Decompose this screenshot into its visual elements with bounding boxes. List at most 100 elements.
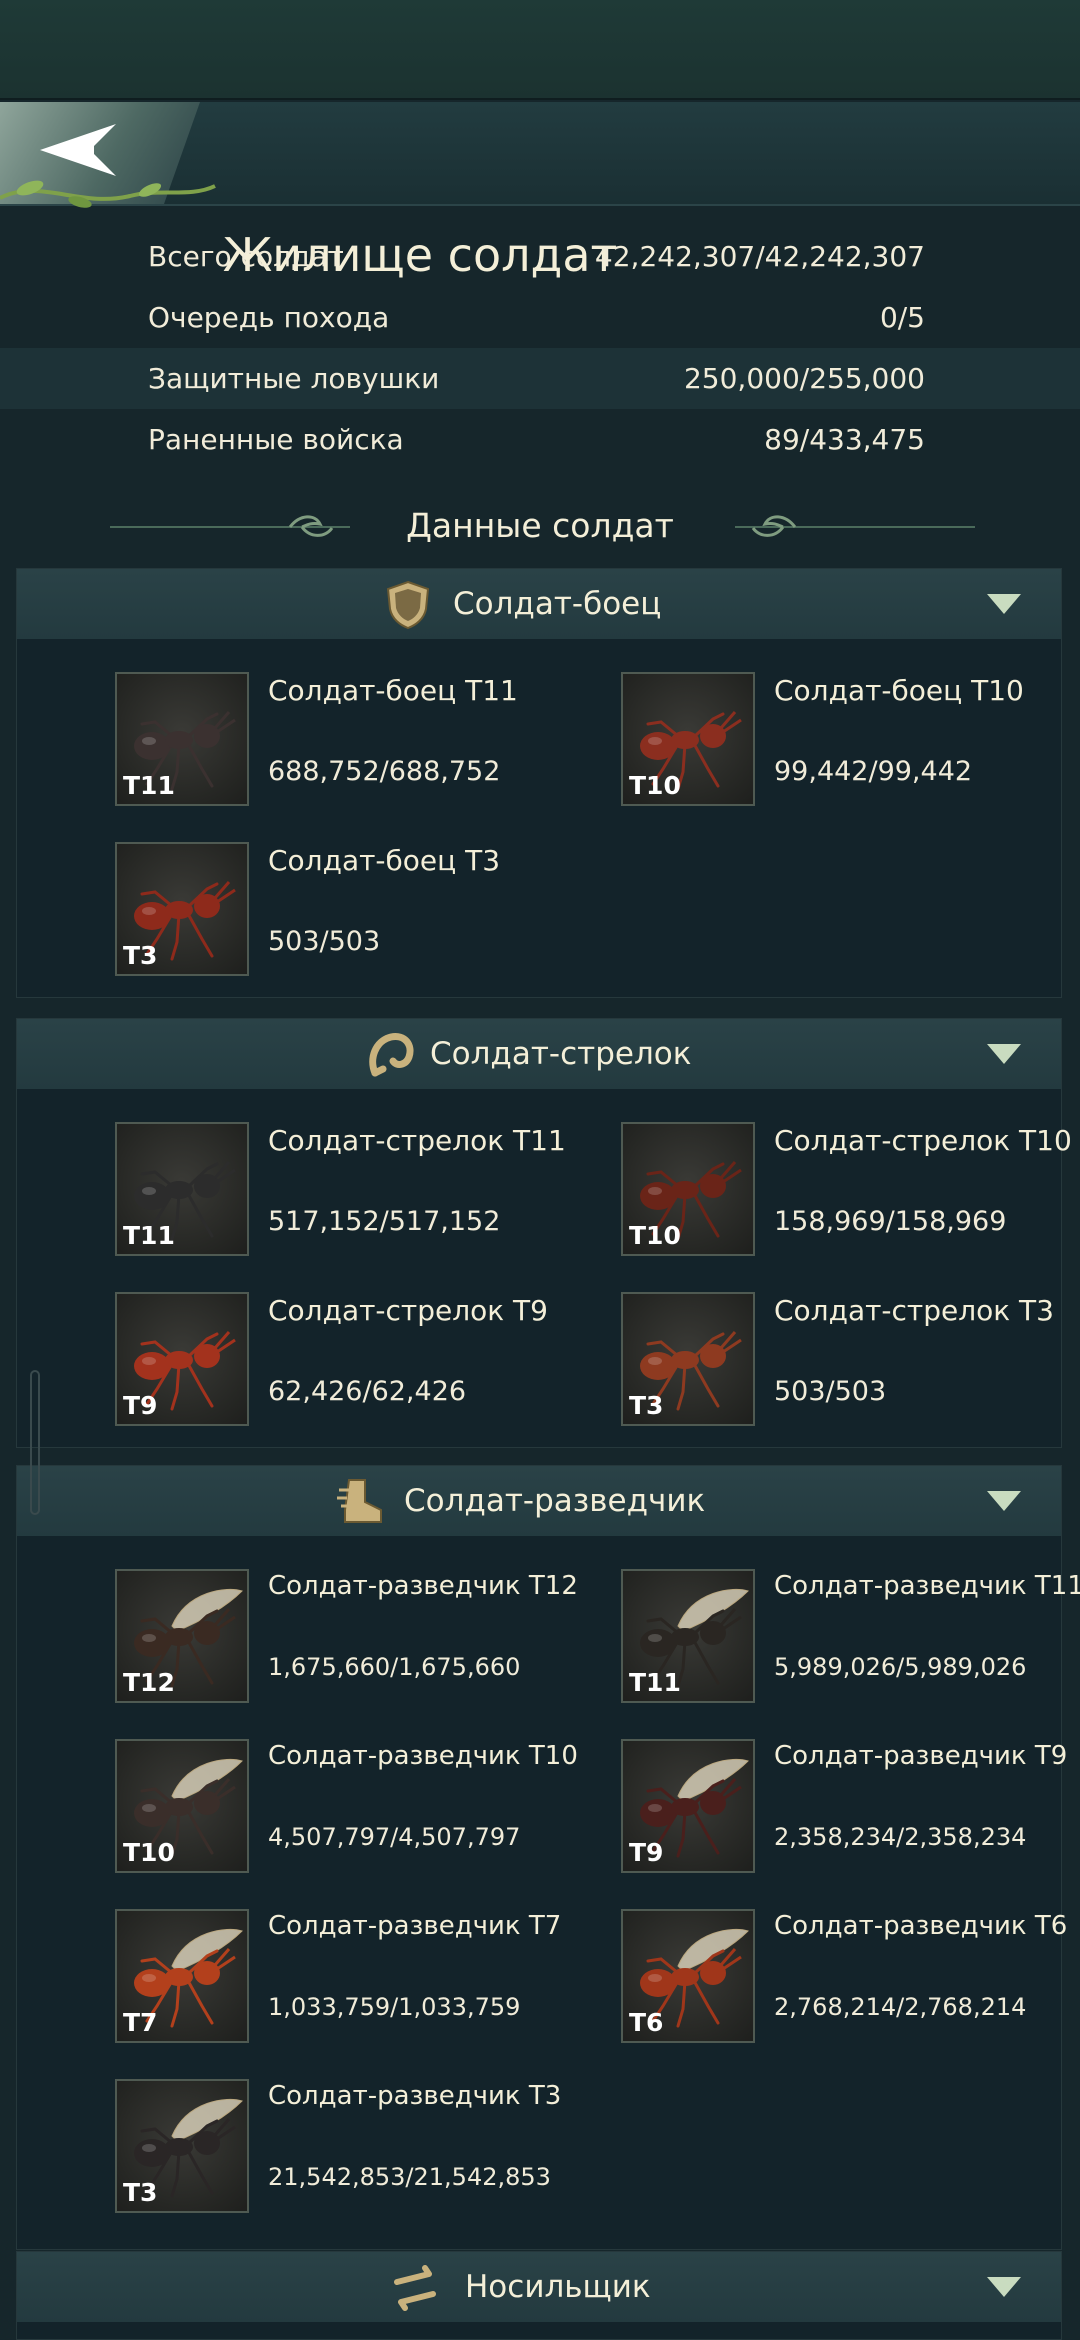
- unit-card[interactable]: T10 Солдат-боец T10 99,442/99,442: [621, 672, 1080, 808]
- unit-thumbnail[interactable]: T3: [115, 842, 249, 976]
- unit-count: 62,426/62,426: [268, 1376, 467, 1407]
- stat-row-traps: Защитные ловушки 250,000/255,000: [0, 348, 1080, 409]
- unit-count: 4,507,797/4,507,797: [268, 1823, 521, 1851]
- tier-badge: T11: [123, 771, 175, 800]
- unit-count: 2,358,234/2,358,234: [774, 1823, 1027, 1851]
- boot-icon: [337, 1479, 382, 1523]
- tier-badge: T10: [629, 771, 681, 800]
- unit-name: Солдат-боец T3: [268, 844, 501, 877]
- unit-count: 1,033,759/1,033,759: [268, 1993, 521, 2021]
- stat-value: 250,000/255,000: [683, 362, 925, 395]
- unit-thumbnail[interactable]: T3: [621, 1292, 755, 1426]
- tier-badge: T10: [629, 1221, 681, 1250]
- unit-name: Солдат-разведчик T11: [774, 1571, 1080, 1601]
- section-header-carrier[interactable]: Носильщик: [17, 2252, 1061, 2322]
- tier-badge: T3: [123, 2178, 158, 2207]
- unit-name: Солдат-стрелок T9: [268, 1294, 548, 1327]
- unit-count: 688,752/688,752: [268, 756, 501, 787]
- unit-thumbnail[interactable]: T12: [115, 1569, 249, 1703]
- unit-card[interactable]: T9 Солдат-разведчик T9 2,358,234/2,358,234: [621, 1739, 1080, 1875]
- unit-name: Солдат-разведчик T9: [774, 1741, 1068, 1771]
- unit-card[interactable]: T11 Солдат-разведчик T11 5,989,026/5,989,0…: [621, 1569, 1080, 1705]
- unit-count: 503/503: [268, 926, 381, 957]
- chevron-down-icon[interactable]: [987, 1044, 1021, 1064]
- unit-count: 2,768,214/2,768,214: [774, 1993, 1027, 2021]
- unit-thumbnail[interactable]: T3: [115, 2079, 249, 2213]
- unit-card[interactable]: T10 Солдат-разведчик T10 4,507,797/4,507,7…: [115, 1739, 615, 1875]
- unit-count: 517,152/517,152: [268, 1206, 501, 1237]
- unit-thumbnail[interactable]: T11: [115, 672, 249, 806]
- chevron-down-icon[interactable]: [987, 2277, 1021, 2297]
- tier-badge: T9: [629, 1838, 664, 1867]
- unit-thumbnail[interactable]: T6: [621, 1909, 755, 2043]
- top-background: [0, 0, 1080, 100]
- unit-card[interactable]: T6 Солдат-разведчик T6 2,768,214/2,768,214: [621, 1909, 1080, 2045]
- unit-thumbnail[interactable]: T10: [621, 672, 755, 806]
- stat-row-total-soldiers: Всего солдат 42,242,307/42,242,307: [0, 226, 1080, 287]
- section-title: Солдат-стрелок: [430, 1036, 692, 1072]
- unit-card[interactable]: T3 Солдат-стрелок T3 503/503: [621, 1292, 1080, 1428]
- section-title: Солдат-боец: [453, 586, 662, 622]
- unit-thumbnail[interactable]: T7: [115, 1909, 249, 2043]
- stat-value: 89/433,475: [764, 423, 925, 456]
- unit-name: Солдат-разведчик T3: [268, 2081, 562, 2111]
- section-header-fighter[interactable]: Солдат-боец: [17, 569, 1061, 639]
- tier-badge: T7: [123, 2008, 158, 2037]
- stats-panel: Всего солдат 42,242,307/42,242,307 Очере…: [0, 226, 1080, 470]
- unit-thumbnail[interactable]: T11: [115, 1122, 249, 1256]
- stat-label: Всего солдат: [148, 240, 344, 273]
- unit-count: 1,675,660/1,675,660: [268, 1653, 521, 1681]
- unit-card[interactable]: T12 Солдат-разведчик T12 1,675,660/1,675,6…: [115, 1569, 615, 1705]
- tier-badge: T9: [123, 1391, 158, 1420]
- unit-name: Солдат-стрелок T10: [774, 1124, 1072, 1157]
- unit-thumbnail[interactable]: T9: [621, 1739, 755, 1873]
- unit-thumbnail[interactable]: T11: [621, 1569, 755, 1703]
- unit-card[interactable]: T10 Солдат-стрелок T10 158,969/158,969: [621, 1122, 1080, 1258]
- ornament-right-icon: [735, 515, 975, 537]
- unit-card[interactable]: T9 Солдат-стрелок T9 62,426/62,426: [115, 1292, 615, 1428]
- stat-value: 42,242,307/42,242,307: [594, 240, 925, 273]
- unit-card[interactable]: T11 Солдат-стрелок T11 517,152/517,152: [115, 1122, 615, 1258]
- unit-card[interactable]: T11 Солдат-боец T11 688,752/688,752: [115, 672, 615, 808]
- tier-badge: T11: [123, 1221, 175, 1250]
- shield-icon: [386, 580, 430, 630]
- stat-value: 0/5: [879, 301, 925, 334]
- carrier-icon: [394, 2265, 436, 2311]
- unit-card[interactable]: T3 Солдат-разведчик T3 21,542,853/21,542,8…: [115, 2079, 615, 2215]
- stat-label: Раненные войска: [148, 423, 404, 456]
- tier-badge: T3: [629, 1391, 664, 1420]
- unit-name: Солдат-разведчик T12: [268, 1571, 578, 1601]
- section-title: Солдат-разведчик: [404, 1483, 706, 1519]
- stat-label: Защитные ловушки: [148, 362, 440, 395]
- tier-badge: T12: [123, 1668, 175, 1697]
- unit-thumbnail[interactable]: T9: [115, 1292, 249, 1426]
- section-shooter: Солдат-стрелок T11 Солдат-стрелок T11 517,…: [16, 1018, 1072, 1448]
- unit-name: Солдат-стрелок T11: [268, 1124, 566, 1157]
- unit-name: Солдат-стрелок T3: [774, 1294, 1054, 1327]
- vine-decoration: [0, 180, 216, 208]
- tier-badge: T10: [123, 1838, 175, 1867]
- unit-name: Солдат-разведчик T6: [774, 1911, 1068, 1941]
- unit-name: Солдат-разведчик T10: [268, 1741, 578, 1771]
- section-fighter: Солдат-боец T11 Солдат-боец T11 688,752/68…: [16, 568, 1062, 998]
- section-header-shooter[interactable]: Солдат-стрелок: [17, 1019, 1061, 1089]
- unit-card[interactable]: T7 Солдат-разведчик T7 1,033,759/1,033,759: [115, 1909, 615, 2045]
- chevron-down-icon[interactable]: [987, 594, 1021, 614]
- soldier-data-heading: Данные солдат: [0, 498, 1080, 554]
- section-header-scout[interactable]: Солдат-разведчик: [17, 1466, 1061, 1536]
- section-title: Носильщик: [465, 2269, 651, 2305]
- tier-badge: T6: [629, 2008, 664, 2037]
- unit-count: 158,969/158,969: [774, 1206, 1007, 1237]
- stat-row-march-queue: Очередь похода 0/5: [0, 287, 1080, 348]
- unit-count: 21,542,853/21,542,853: [268, 2163, 551, 2191]
- tier-badge: T11: [629, 1668, 681, 1697]
- unit-card[interactable]: T3 Солдат-боец T3 503/503: [115, 842, 615, 978]
- unit-thumbnail[interactable]: T10: [621, 1122, 755, 1256]
- chevron-down-icon[interactable]: [987, 1491, 1021, 1511]
- unit-count: 503/503: [774, 1376, 887, 1407]
- unit-thumbnail[interactable]: T10: [115, 1739, 249, 1873]
- unit-count: 99,442/99,442: [774, 756, 973, 787]
- unit-name: Солдат-боец T10: [774, 674, 1024, 707]
- section-scout: Солдат-разведчик T12 Солдат-разведчик T12…: [16, 1465, 1080, 2250]
- scrollbar[interactable]: [30, 1370, 40, 1515]
